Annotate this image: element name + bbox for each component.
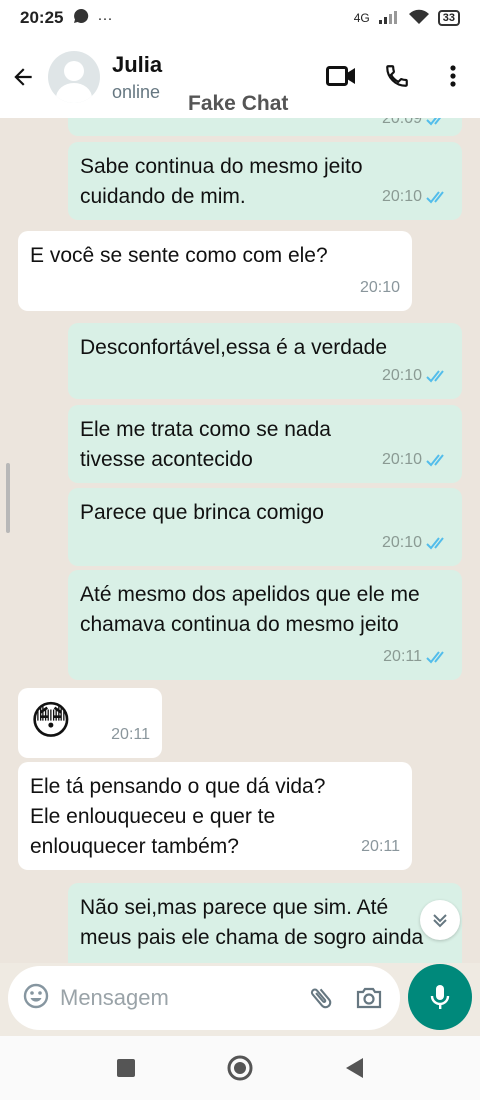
status-more: ··· <box>97 9 113 27</box>
read-ticks-icon <box>426 454 444 467</box>
message-outgoing[interactable]: Até mesmo dos apelidos que ele me chamav… <box>68 570 462 680</box>
message-text: Sabe continua do mesmo jeito cuidando de… <box>80 155 363 208</box>
message-text: Desconfortável,essa é a verdade <box>80 336 388 359</box>
battery-level: 33 <box>437 10 460 26</box>
read-ticks-icon <box>426 651 444 664</box>
message-time: 20:10 <box>381 534 422 551</box>
message-time: 20:10 <box>359 279 400 296</box>
message-time: 20:10 <box>381 188 422 205</box>
nav-home-icon[interactable] <box>226 1054 254 1082</box>
chat-header: Julia online Fake Chat <box>0 36 480 118</box>
message-text: Até mesmo dos apelidos que ele me chamav… <box>80 583 420 636</box>
avatar[interactable] <box>48 51 100 103</box>
message-time: 20:09 <box>381 118 422 127</box>
message-time: 20:11 <box>361 838 400 855</box>
signal-icon <box>378 9 400 28</box>
message-outgoing[interactable]: Parece que brinca comigo 20:10 <box>68 488 462 566</box>
message-time: 20:10 <box>381 367 422 384</box>
read-ticks-icon <box>426 191 444 204</box>
message-input[interactable]: Mensagem <box>60 985 290 1011</box>
message-text: Não sei,mas parece que sim. Até meus pai… <box>80 896 424 949</box>
message-incoming[interactable]: 😳 20:11 <box>18 688 162 758</box>
message-outgoing[interactable]: Ele me trata como se nada tivesse aconte… <box>68 405 462 483</box>
nav-back-icon[interactable] <box>340 1054 368 1082</box>
message-text: Ele me trata como se nada tivesse aconte… <box>80 418 331 471</box>
message-text: Parece que brinca comigo <box>80 501 324 524</box>
message-list[interactable]: 20:09 Sabe continua do mesmo jeito cuida… <box>0 118 480 963</box>
message-composer[interactable]: Mensagem <box>8 966 400 1030</box>
mic-button[interactable] <box>408 964 472 1030</box>
phone-icon[interactable] <box>382 56 412 96</box>
scroll-down-button[interactable] <box>420 900 460 940</box>
nav-recents-icon[interactable] <box>112 1054 140 1082</box>
mic-icon <box>430 985 450 1009</box>
contact-info[interactable]: Julia online <box>112 52 162 103</box>
message-text: E você se sente como com ele? <box>30 244 328 267</box>
message-outgoing[interactable]: 20:09 <box>68 118 462 136</box>
contact-status: online <box>112 81 161 102</box>
message-incoming[interactable]: E você se sente como com ele? 20:10 <box>18 231 412 311</box>
scroll-indicator[interactable] <box>6 463 10 533</box>
notification-icon <box>73 8 89 29</box>
message-time: 20:11 <box>111 726 150 743</box>
status-time: 20:25 <box>20 8 64 27</box>
fake-chat-label: Fake Chat <box>188 92 289 115</box>
attach-icon[interactable] <box>304 981 338 1015</box>
message-incoming[interactable]: Ele tá pensando o que dá vida? Ele enlou… <box>18 762 412 870</box>
network-type: 4G <box>353 11 370 25</box>
message-time: 20:11 <box>383 648 422 665</box>
read-ticks-icon <box>426 537 444 550</box>
video-call-icon[interactable] <box>326 56 356 96</box>
scroll-down-icon <box>433 914 447 928</box>
message-time: 20:10 <box>381 451 422 468</box>
status-bar: 20:25 ··· 4G 33 <box>0 0 480 36</box>
message-outgoing[interactable]: Desconfortável,essa é a verdade 20:10 <box>68 323 462 399</box>
message-outgoing[interactable]: Sabe continua do mesmo jeito cuidando de… <box>68 142 462 220</box>
contact-name: Julia <box>112 51 163 77</box>
message-text: Ele tá pensando o que dá vida? Ele enlou… <box>30 775 326 858</box>
emoji-icon[interactable] <box>22 982 50 1015</box>
read-ticks-icon <box>426 370 444 383</box>
message-outgoing[interactable]: Não sei,mas parece que sim. Até meus pai… <box>68 883 462 963</box>
camera-icon[interactable] <box>352 981 386 1015</box>
read-ticks-icon <box>426 118 442 126</box>
back-arrow-icon[interactable] <box>0 36 46 118</box>
system-nav-bar <box>0 1036 480 1100</box>
wifi-icon <box>408 9 430 28</box>
more-vert-icon[interactable] <box>438 56 468 96</box>
